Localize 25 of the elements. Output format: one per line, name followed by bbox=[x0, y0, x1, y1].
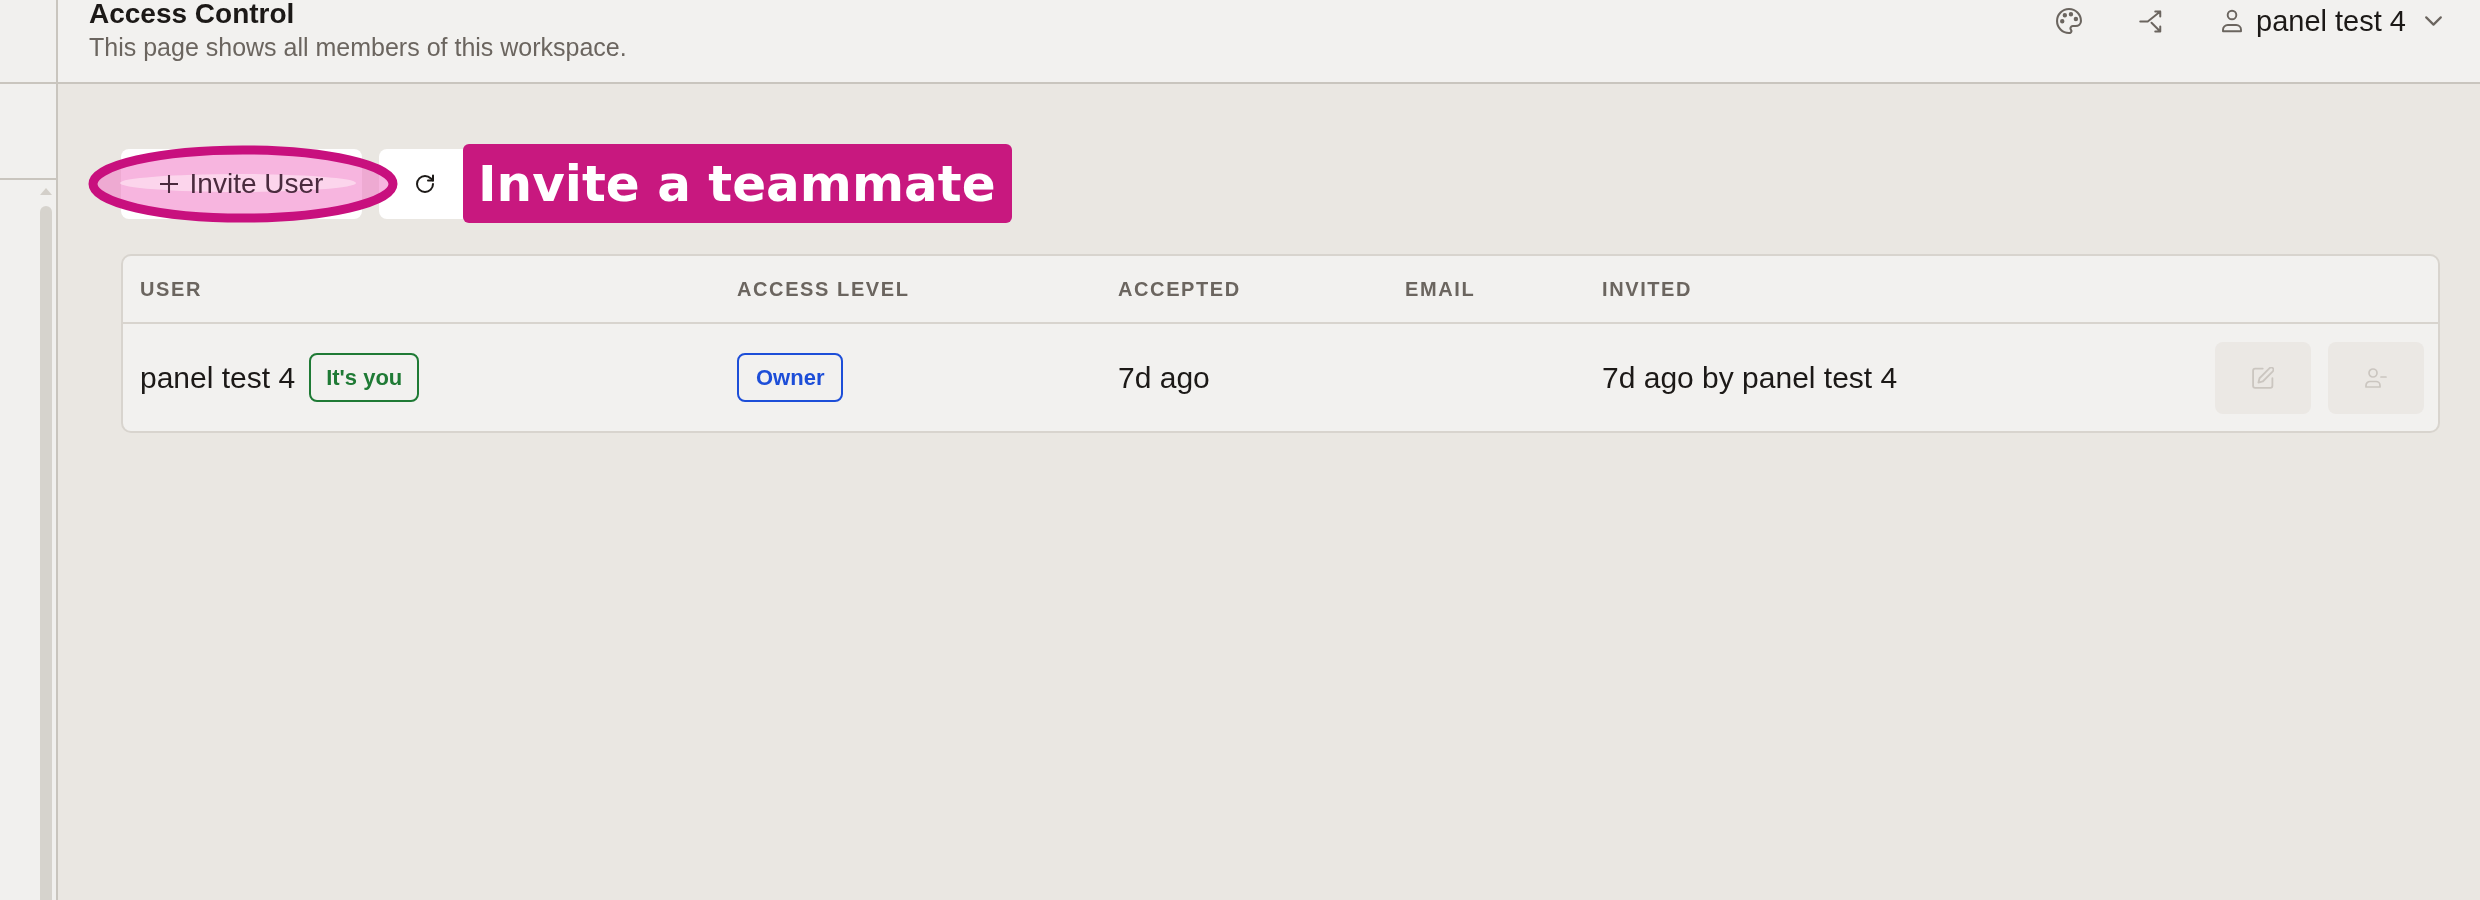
plus-icon bbox=[159, 174, 178, 193]
account-menu[interactable]: panel test 4 bbox=[2221, 4, 2442, 38]
scrollbar-thumb[interactable] bbox=[40, 206, 52, 900]
edit-icon bbox=[2252, 366, 2274, 389]
refresh-icon bbox=[415, 173, 435, 194]
chevron-down-icon bbox=[2425, 16, 2442, 26]
page-subtitle: This page shows all members of this workspace. bbox=[89, 32, 627, 62]
column-header: ACCESS LEVEL bbox=[737, 277, 911, 301]
invited-cell: 7d ago by panel test 4 bbox=[1602, 360, 1898, 395]
column-header: INVITED bbox=[1602, 277, 1694, 301]
scroll-up-arrow-icon[interactable] bbox=[40, 188, 52, 195]
user-name: panel test 4 bbox=[140, 360, 296, 395]
access-level-badge: Owner bbox=[737, 353, 844, 402]
refresh-button[interactable] bbox=[379, 148, 463, 219]
callout-label: Invite a teammate bbox=[463, 144, 1012, 223]
column-header: ACCEPTED bbox=[1118, 277, 1242, 301]
column-header: USER bbox=[140, 277, 203, 301]
column-header: EMAIL bbox=[1405, 277, 1477, 301]
palette-icon[interactable] bbox=[2056, 8, 2083, 34]
accepted-cell: 7d ago bbox=[1118, 360, 1210, 395]
page-title: Access Control bbox=[89, 0, 296, 28]
user-minus-icon bbox=[2365, 366, 2387, 389]
you-badge: It's you bbox=[309, 353, 420, 402]
invite-user-button[interactable]: Invite User bbox=[121, 148, 362, 219]
user-icon bbox=[2221, 9, 2244, 33]
